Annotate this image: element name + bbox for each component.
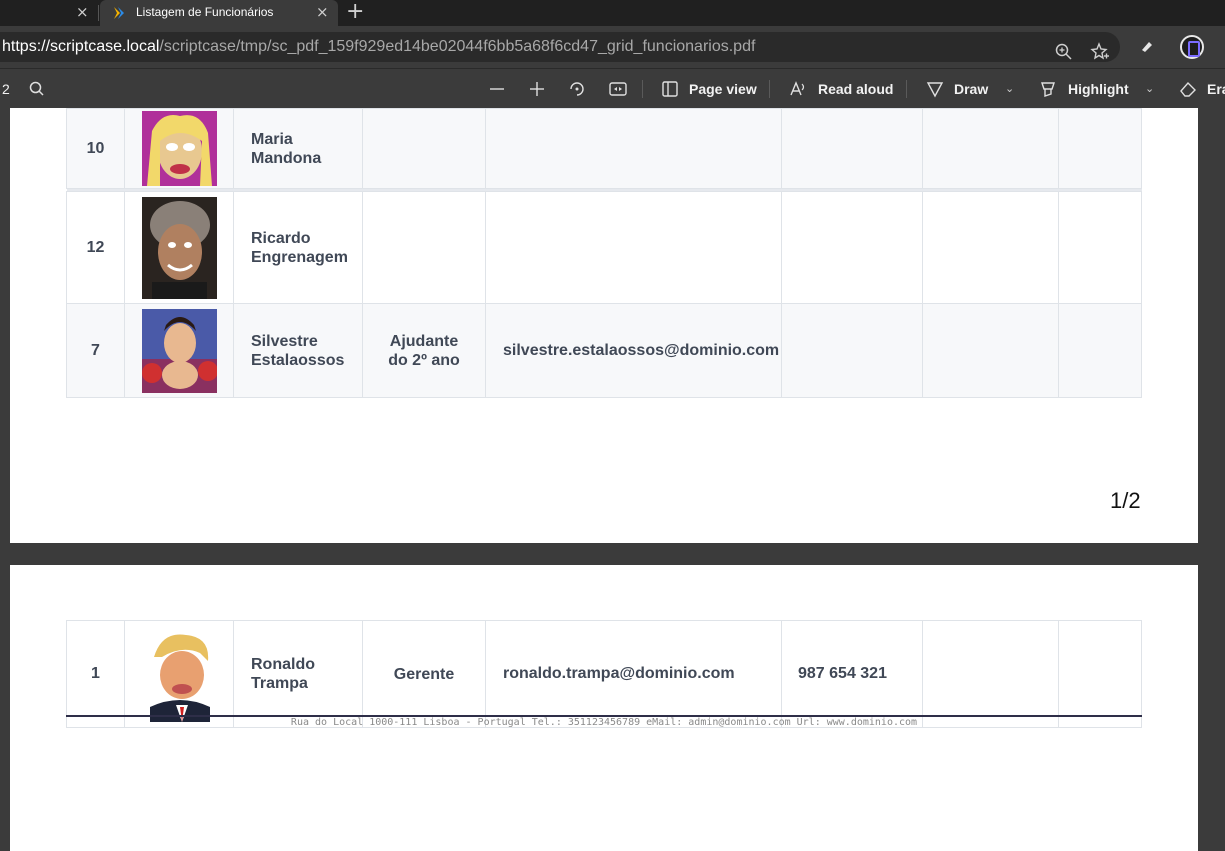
empty-cell (922, 620, 1059, 728)
address-bar[interactable]: https://scriptcase.local/scriptcase/tmp/… (0, 32, 1120, 62)
profile-avatar[interactable] (1180, 35, 1204, 59)
page-view-icon[interactable] (660, 79, 680, 99)
employee-name: Ronaldo Trampa (233, 620, 363, 728)
employee-phone (781, 108, 923, 189)
employee-photo-cell (124, 620, 234, 728)
scriptcase-icon (114, 7, 124, 19)
employee-id: 12 (66, 191, 125, 304)
empty-cell (1058, 620, 1142, 728)
empty-cell (1058, 108, 1142, 189)
employee-photo (141, 196, 217, 299)
employee-email (485, 108, 782, 189)
pdf-toolbar: 2 Page view Read aloud Draw ⌄ Highlight … (0, 68, 1225, 108)
employee-phone (781, 303, 923, 398)
employee-name: Ricardo Engrenagem (233, 191, 363, 304)
toolbar-divider (906, 80, 907, 98)
empty-cell (922, 191, 1059, 304)
employee-photo (141, 111, 217, 186)
employee-phone: 987 654 321 (781, 620, 923, 728)
zoom-out-icon[interactable] (487, 79, 507, 99)
toolbar-divider (642, 80, 643, 98)
draw-button[interactable]: Draw (954, 69, 988, 109)
employee-name: Silvestre Estalaossos (233, 303, 363, 398)
url-host: scriptcase.local (50, 38, 160, 55)
employee-id: 10 (66, 108, 125, 189)
read-aloud-button[interactable]: Read aloud (818, 69, 893, 109)
eraser-icon[interactable] (1178, 79, 1198, 99)
page-number-indicator[interactable]: 2 (2, 69, 10, 109)
url-scheme: https:// (2, 38, 51, 55)
table-row: 1 Ronaldo Trampa Gerente ronaldo.trampa@d… (66, 620, 1142, 728)
table-row: 12 Ricardo Engrenagem (66, 191, 1142, 304)
employee-phone (781, 191, 923, 304)
tab-separator (98, 5, 99, 21)
favorite-star-icon[interactable] (1090, 42, 1110, 62)
erase-button[interactable]: Era (1207, 69, 1225, 109)
table-row: 10 Maria Mandona (66, 108, 1142, 189)
employee-photo (141, 308, 217, 393)
search-icon[interactable] (27, 79, 47, 99)
zoom-icon[interactable] (1054, 42, 1074, 62)
employee-photo-cell (124, 303, 234, 398)
close-icon[interactable]: × (316, 3, 329, 21)
pdf-viewer[interactable]: 10 Maria Mandona 12 Ricardo Engrenagem 7… (0, 108, 1225, 851)
tab-previous[interactable]: × (0, 0, 98, 26)
chevron-down-icon[interactable]: ⌄ (1005, 79, 1014, 99)
tab-strip: × Listagem de Funcionários × + (0, 0, 1225, 26)
scrollbar[interactable] (1213, 108, 1225, 851)
employee-role: Ajudante do 2º ano (362, 303, 486, 398)
close-icon[interactable]: × (76, 3, 89, 21)
tab-active[interactable]: Listagem de Funcionários × (100, 0, 338, 26)
toolbar-divider (769, 80, 770, 98)
employee-email: ronaldo.trampa@dominio.com (485, 620, 782, 728)
employee-role (362, 108, 486, 189)
table-row: 7 Silvestre Estalaossos Ajudante do 2º ano… (66, 303, 1142, 398)
rotate-icon[interactable] (567, 79, 587, 99)
employee-name: Maria Mandona (233, 108, 363, 189)
employee-photo-cell (124, 108, 234, 189)
employee-table: 10 Maria Mandona 12 Ricardo Engrenagem 7… (66, 108, 1142, 398)
draw-icon[interactable] (925, 79, 945, 99)
read-aloud-icon[interactable] (788, 79, 808, 99)
fit-width-icon[interactable] (608, 79, 628, 99)
highlight-icon[interactable] (1038, 79, 1058, 99)
empty-cell (922, 303, 1059, 398)
tab-title: Listagem de Funcionários (136, 5, 274, 19)
employee-role: Gerente (362, 620, 486, 728)
highlight-button[interactable]: Highlight (1068, 69, 1129, 109)
new-tab-button[interactable]: + (346, 0, 364, 24)
url-text[interactable]: https://scriptcase.local/scriptcase/tmp/… (2, 38, 755, 56)
page-view-button[interactable]: Page view (689, 69, 757, 109)
empty-cell (1058, 191, 1142, 304)
employee-table: 1 Ronaldo Trampa Gerente ronaldo.trampa@d… (66, 620, 1142, 728)
pdf-page-2: 1 Ronaldo Trampa Gerente ronaldo.trampa@d… (10, 565, 1198, 851)
employee-id: 7 (66, 303, 125, 398)
zoom-in-icon[interactable] (527, 79, 547, 99)
employee-email: silvestre.estalaossos@dominio.com (485, 303, 782, 398)
employee-photo-cell (124, 191, 234, 304)
url-path: /scriptcase/tmp/sc_pdf_159f929ed14be0204… (159, 38, 756, 55)
address-bar-row: https://scriptcase.local/scriptcase/tmp/… (0, 26, 1225, 68)
empty-cell (1058, 303, 1142, 398)
page-footer: Rua do Local 1000-111 Lisboa - Portugal … (290, 717, 918, 728)
extension-icon[interactable] (1137, 36, 1157, 56)
chevron-down-icon[interactable]: ⌄ (1145, 79, 1154, 99)
page-number: 1/2 (1110, 488, 1141, 513)
employee-email (485, 191, 782, 304)
employee-id: 1 (66, 620, 125, 728)
employee-photo (141, 626, 217, 722)
pdf-page-1: 10 Maria Mandona 12 Ricardo Engrenagem 7… (10, 108, 1198, 543)
employee-role (362, 191, 486, 304)
empty-cell (922, 108, 1059, 189)
